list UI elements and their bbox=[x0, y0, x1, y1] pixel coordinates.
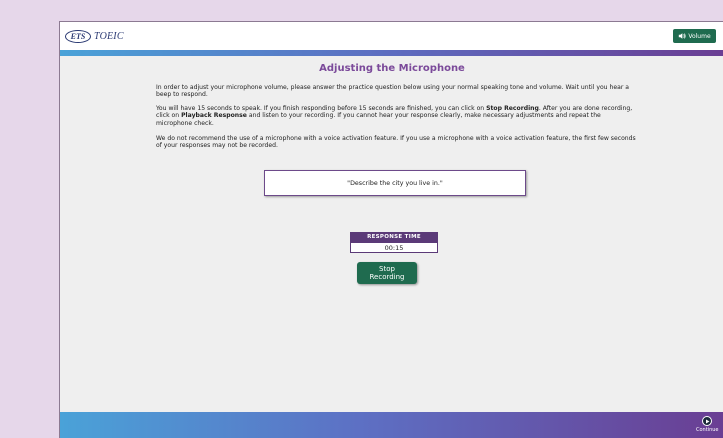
footer-bar: Continue bbox=[60, 412, 723, 438]
continue-label: Continue bbox=[696, 427, 719, 433]
instruction-paragraph-3: We do not recommend the use of a microph… bbox=[156, 135, 636, 150]
volume-button-label: Volume bbox=[688, 32, 711, 40]
instruction-paragraph-2: You will have 15 seconds to speak. If yo… bbox=[156, 105, 636, 127]
speaker-icon bbox=[679, 33, 686, 39]
response-time-panel: RESPONSE TIME 00:15 bbox=[350, 232, 438, 253]
paragraph-text: You will have 15 seconds to speak. If yo… bbox=[156, 105, 487, 112]
question-box: "Describe the city you live in." bbox=[264, 170, 526, 196]
ets-toeic-logo: ETS TOEIC bbox=[65, 29, 124, 43]
play-triangle-icon bbox=[705, 419, 709, 423]
question-text: "Describe the city you live in." bbox=[347, 179, 443, 187]
play-circle-icon bbox=[702, 416, 712, 426]
volume-button[interactable]: Volume bbox=[673, 29, 716, 43]
response-time-value: 00:15 bbox=[350, 242, 438, 253]
app-window: ETS TOEIC Volume Adjusting the Microphon… bbox=[59, 21, 723, 438]
response-time-label: RESPONSE TIME bbox=[350, 232, 438, 242]
page-title: Adjusting the Microphone bbox=[319, 63, 465, 74]
top-bar: ETS TOEIC Volume bbox=[60, 22, 723, 50]
stop-recording-button[interactable]: Stop Recording bbox=[357, 262, 417, 284]
ets-logo-text: ETS bbox=[70, 31, 86, 41]
ets-logo-mark: ETS bbox=[65, 29, 91, 43]
stop-recording-emphasis: Stop Recording bbox=[486, 105, 539, 112]
instruction-paragraph-1: In order to adjust your microphone volum… bbox=[156, 84, 629, 99]
continue-button[interactable]: Continue bbox=[696, 416, 718, 433]
playback-response-emphasis: Playback Response bbox=[181, 112, 247, 120]
toeic-logo-text: TOEIC bbox=[94, 30, 124, 42]
